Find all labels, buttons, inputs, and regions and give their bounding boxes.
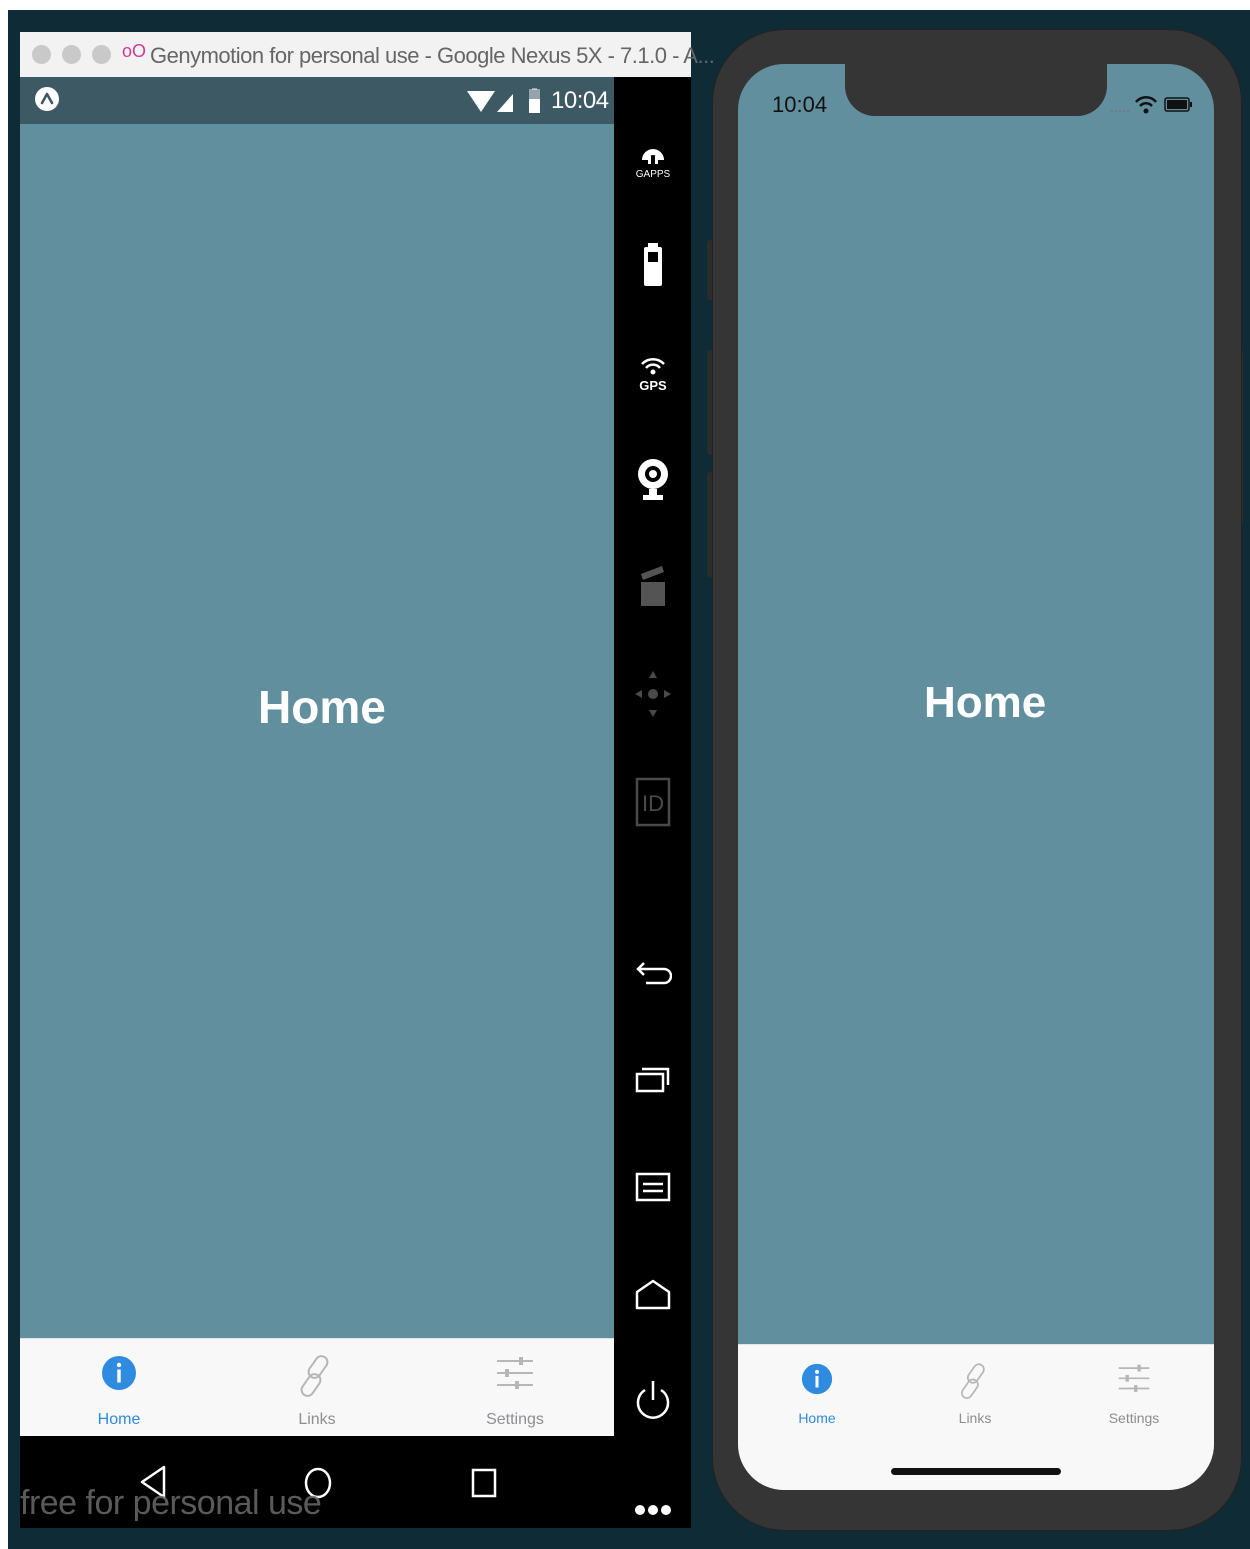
- link-icon: [961, 1363, 985, 1399]
- tab-home-label: Home: [97, 1411, 141, 1428]
- gapps-icon: GAPPS: [635, 149, 670, 180]
- ios-screen: Home Home Links Settings: [738, 64, 1214, 1490]
- iphone-notch: [845, 64, 1107, 116]
- window-title: Genymotion for personal use - Google Nex…: [150, 43, 715, 68]
- tab-settings-label: Settings: [486, 1411, 544, 1428]
- back-button[interactable]: [614, 937, 691, 1007]
- nav-recents-icon[interactable]: [470, 1467, 498, 1499]
- gapps-label: GAPPS: [635, 169, 670, 180]
- minimize-window-button[interactable]: [62, 45, 81, 64]
- personal-use-watermark: free for personal use: [20, 1484, 322, 1522]
- battery-icon: [643, 243, 662, 286]
- tab-home-label: Home: [798, 1410, 836, 1426]
- android-status-bar: 10:04: [20, 77, 614, 124]
- zoom-window-button[interactable]: [92, 45, 111, 64]
- tab-settings[interactable]: Settings: [416, 1339, 614, 1437]
- recent-apps-button[interactable]: [614, 1045, 691, 1115]
- device-id-button[interactable]: ID: [614, 767, 691, 837]
- gps-button[interactable]: GPS: [614, 337, 691, 407]
- android-tab-bar: Home Links Settings: [20, 1338, 614, 1437]
- tab-links[interactable]: Links: [218, 1339, 416, 1437]
- power-icon: [636, 1381, 669, 1419]
- info-icon: [102, 1356, 136, 1390]
- info-icon: [801, 1363, 833, 1395]
- gapps-button[interactable]: GAPPS: [614, 122, 691, 192]
- screencast-icon: [640, 566, 665, 606]
- device-id-icon: ID: [635, 777, 670, 827]
- link-icon: [300, 1355, 329, 1397]
- tab-settings[interactable]: Settings: [1055, 1345, 1213, 1455]
- screencast-button[interactable]: [614, 551, 691, 621]
- tab-home[interactable]: Home: [20, 1339, 218, 1437]
- page-title: Home: [258, 681, 386, 733]
- window-titlebar: oO Genymotion for personal use - Google …: [20, 32, 715, 78]
- home-indicator[interactable]: [891, 1468, 1061, 1475]
- menu-icon: [635, 1172, 670, 1202]
- menu-button[interactable]: [614, 1152, 691, 1222]
- genymotion-window: oO Genymotion for personal use - Google …: [20, 32, 715, 1528]
- home-icon: [635, 1279, 670, 1310]
- android-screen: 10:04 Home Home Links Settings: [20, 77, 614, 1528]
- ios-wifi-battery-icons: [1111, 96, 1192, 114]
- dpad-icon: [634, 671, 671, 717]
- webcam-icon: [637, 459, 668, 500]
- signal-battery-icons: [467, 88, 540, 113]
- tab-home[interactable]: Home: [738, 1345, 896, 1455]
- device-id-label: ID: [642, 791, 664, 816]
- tab-links-label: Links: [298, 1411, 336, 1428]
- recent-apps-icon: [635, 1067, 669, 1093]
- close-window-button[interactable]: [32, 45, 51, 64]
- genymotion-toolbar: GAPPS GPS ID: [614, 77, 691, 1528]
- dpad-button[interactable]: [614, 659, 691, 729]
- sliders-icon: [1118, 1364, 1150, 1392]
- back-icon: [635, 962, 672, 985]
- tab-links-label: Links: [958, 1410, 992, 1426]
- sliders-icon: [497, 1357, 533, 1389]
- page-title: Home: [924, 678, 1047, 727]
- tab-links[interactable]: Links: [896, 1345, 1054, 1455]
- android-home-screen: Home: [20, 124, 614, 1338]
- expo-notification-icon: [35, 87, 59, 111]
- battery-button[interactable]: [614, 230, 691, 300]
- more-button[interactable]: [614, 1475, 691, 1545]
- gps-label: GPS: [639, 378, 667, 392]
- power-button[interactable]: [614, 1367, 691, 1437]
- ios-tab-bar: Home Links Settings: [738, 1344, 1214, 1490]
- tab-settings-label: Settings: [1108, 1410, 1160, 1426]
- home-button[interactable]: [614, 1260, 691, 1330]
- ios-status-time: 10:04: [772, 92, 828, 117]
- android-status-time: 10:04: [551, 87, 609, 114]
- webcam-button[interactable]: [614, 444, 691, 514]
- more-icon: [634, 1505, 671, 1515]
- genymotion-logo-icon: oO: [122, 41, 147, 61]
- gps-icon: GPS: [639, 357, 667, 392]
